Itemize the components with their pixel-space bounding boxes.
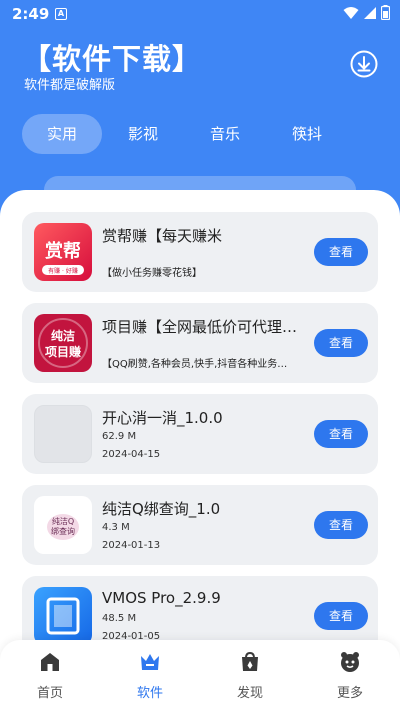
app-name: VMOS Pro_2.9.9 xyxy=(102,589,221,607)
status-bar: 2:49 A xyxy=(0,0,400,30)
svg-text:有赚 · 好赚: 有赚 · 好赚 xyxy=(48,267,78,275)
svg-text:赏帮: 赏帮 xyxy=(45,240,81,262)
bottom-navigation: 首页 软件 发现 更多 xyxy=(0,640,400,710)
tab-video[interactable]: 影视 xyxy=(102,114,184,154)
tab-kuaidou[interactable]: 筷抖 xyxy=(266,114,348,154)
view-button[interactable]: 查看 xyxy=(314,329,368,357)
app-logo-image: 纯洁Q 绑查询 xyxy=(47,514,79,540)
crown-icon xyxy=(141,654,159,670)
svg-text:绑查询: 绑查询 xyxy=(51,526,75,536)
app-thumbnail xyxy=(34,405,92,463)
app-card[interactable]: 开心消一消_1.0.0 62.9 M 2024-04-15 查看 xyxy=(22,394,378,474)
nav-home-label: 首页 xyxy=(36,686,63,701)
category-tabs: 实用 影视 音乐 筷抖 xyxy=(22,114,348,154)
app-logo-image xyxy=(46,597,80,635)
app-size: 4.3 M xyxy=(102,522,130,533)
app-name: 赏帮赚【每天赚米 xyxy=(102,227,223,245)
battery-icon xyxy=(381,5,390,20)
app-thumbnail: 纯洁Q 绑查询 xyxy=(34,496,92,554)
nav-discover[interactable]: 发现 xyxy=(200,640,300,710)
app-description: 【做小任务赚零花钱】 xyxy=(102,268,202,279)
nav-software[interactable]: 软件 xyxy=(100,640,200,710)
app-name: 开心消一消_1.0.0 xyxy=(102,409,223,427)
wifi-icon xyxy=(343,6,359,19)
app-logo-image: 纯洁 项目赚 xyxy=(38,318,88,368)
app-name: 纯洁Q绑查询_1.0 xyxy=(102,500,221,518)
nav-home[interactable]: 首页 xyxy=(0,640,100,710)
app-thumbnail: 纯洁 项目赚 xyxy=(34,314,92,372)
view-button[interactable]: 查看 xyxy=(314,420,368,448)
app-logo-image: 赏帮 有赚 · 好赚 xyxy=(42,240,84,275)
bag-icon xyxy=(242,651,258,671)
app-card[interactable]: VMOS Pro_2.9.9 48.5 M 2024-01-05 查看 xyxy=(22,576,378,650)
more-icon xyxy=(341,652,359,672)
tab-utility[interactable]: 实用 xyxy=(22,114,102,154)
app-name: 项目赚【全网最低价可代理… xyxy=(102,318,298,336)
view-button[interactable]: 查看 xyxy=(314,511,368,539)
nav-software-label: 软件 xyxy=(136,686,163,701)
app-size: 62.9 M xyxy=(102,431,137,442)
app-size: 48.5 M xyxy=(102,613,137,624)
svg-text:项目赚: 项目赚 xyxy=(45,344,81,359)
app-date: 2024-04-15 xyxy=(102,449,161,460)
nav-more[interactable]: 更多 xyxy=(300,640,400,710)
view-button[interactable]: 查看 xyxy=(314,238,368,266)
download-icon[interactable] xyxy=(350,50,378,78)
app-card[interactable]: 纯洁 项目赚 项目赚【全网最低价可代理… 【QQ刷赞,各种会员,快手,抖音各种业… xyxy=(22,303,378,383)
signal-icon xyxy=(364,6,376,19)
svg-text:纯洁Q: 纯洁Q xyxy=(52,516,74,526)
app-thumbnail: 赏帮 有赚 · 好赚 xyxy=(34,223,92,281)
app-card[interactable]: 赏帮 有赚 · 好赚 赏帮赚【每天赚米 【做小任务赚零花钱】 查看 xyxy=(22,212,378,292)
app-card[interactable]: 纯洁Q 绑查询 纯洁Q绑查询_1.0 4.3 M 2024-01-13 查看 xyxy=(22,485,378,565)
nav-more-label: 更多 xyxy=(336,686,363,701)
app-description: 【QQ刷赞,各种会员,快手,抖音各种业务… xyxy=(102,359,288,370)
page-subtitle: 软件都是破解版 xyxy=(24,78,116,93)
nav-discover-label: 发现 xyxy=(236,686,263,701)
tab-music[interactable]: 音乐 xyxy=(184,114,266,154)
status-icons xyxy=(343,5,390,20)
status-time: 2:49 xyxy=(12,5,50,23)
view-button[interactable]: 查看 xyxy=(314,602,368,630)
svg-text:纯洁: 纯洁 xyxy=(51,328,75,343)
page-title: 【软件下载】 xyxy=(22,42,203,76)
app-list: 赏帮 有赚 · 好赚 赏帮赚【每天赚米 【做小任务赚零花钱】 查看 纯洁 项目赚… xyxy=(22,212,378,650)
app-thumbnail xyxy=(34,587,92,645)
notification-icon: A xyxy=(55,8,67,20)
home-icon xyxy=(41,653,59,671)
app-date: 2024-01-13 xyxy=(102,540,161,551)
